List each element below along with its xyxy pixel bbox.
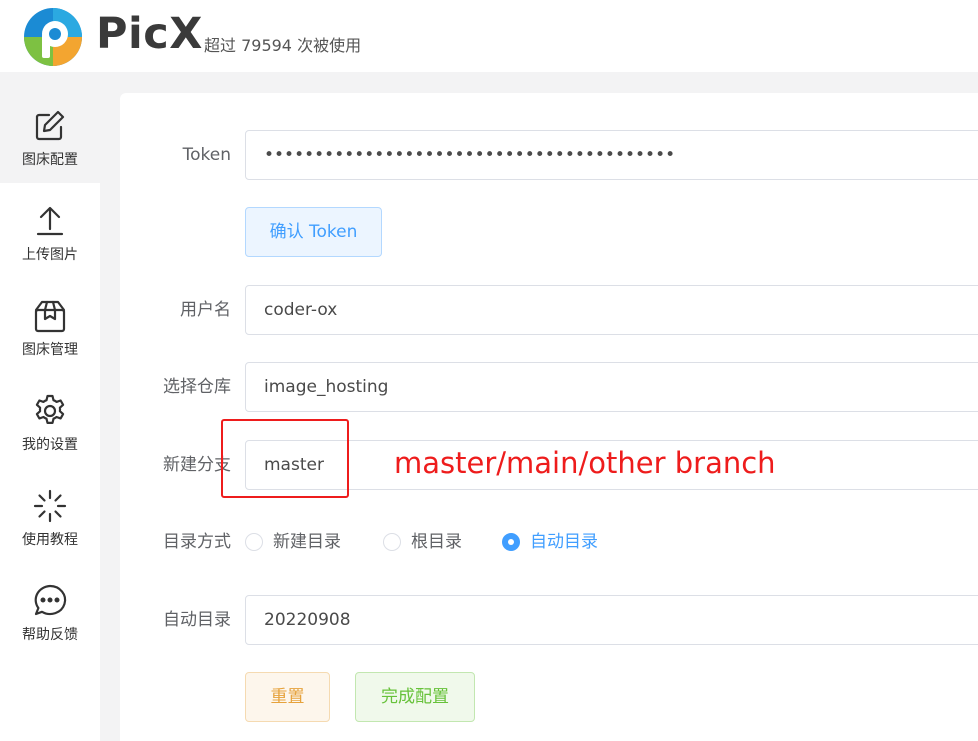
sidebar-item-label: 我的设置 — [22, 437, 78, 453]
confirm-token-button[interactable]: 确认 Token — [245, 207, 382, 257]
repo-label: 选择仓库 — [163, 377, 231, 397]
auto-dir-input[interactable]: 20220908 — [245, 595, 978, 645]
sidebar-item-label: 帮助反馈 — [22, 627, 78, 643]
radio-label: 自动目录 — [530, 532, 598, 552]
loading-spark-icon — [33, 489, 67, 523]
upload-icon — [36, 206, 64, 236]
picx-logo-icon — [24, 8, 82, 66]
username-label: 用户名 — [180, 300, 231, 320]
token-label: Token — [182, 145, 231, 165]
token-input[interactable]: ••••••••••••••••••••••••••••••••••••••••… — [245, 130, 978, 180]
username-input[interactable]: coder-ox — [245, 285, 978, 335]
sidebar-item-tutorial[interactable]: 使用教程 — [0, 468, 100, 563]
sidebar-item-upload[interactable]: 上传图片 — [0, 183, 100, 278]
radio-dot — [383, 533, 401, 551]
sidebar-item-label: 图床管理 — [22, 342, 78, 358]
sidebar-item-help[interactable]: 帮助反馈 — [0, 563, 100, 658]
sidebar-item-manage[interactable]: 图床管理 — [0, 278, 100, 373]
app-header: PicX 超过 79594 次被使用 — [0, 0, 978, 72]
gear-icon — [35, 394, 65, 424]
package-icon — [34, 300, 66, 333]
radio-label: 根目录 — [411, 532, 462, 552]
annotation-text: master/main/other branch — [394, 446, 776, 480]
chat-bubble-icon — [34, 584, 67, 616]
usage-count-text: 超过 79594 次被使用 — [204, 36, 362, 55]
finish-config-button[interactable]: 完成配置 — [355, 672, 475, 722]
app-title: PicX — [96, 9, 203, 59]
radio-dot — [245, 533, 263, 551]
repo-select[interactable]: image_hosting — [245, 362, 978, 412]
sidebar: 图床配置 上传图片 图床管理 我的设置 使用教程 帮助反馈 — [0, 88, 100, 741]
auto-dir-label: 自动目录 — [163, 610, 231, 630]
radio-label: 新建目录 — [273, 532, 341, 552]
dir-mode-label: 目录方式 — [163, 532, 231, 552]
sidebar-item-image-host-config[interactable]: 图床配置 — [0, 88, 100, 183]
edit-icon — [35, 110, 65, 141]
sidebar-item-settings[interactable]: 我的设置 — [0, 373, 100, 468]
radio-dot — [502, 533, 520, 551]
sidebar-item-label: 上传图片 — [22, 247, 78, 263]
reset-button[interactable]: 重置 — [245, 672, 330, 722]
annotation-highlight-box — [221, 419, 349, 498]
sidebar-item-label: 使用教程 — [22, 532, 78, 548]
sidebar-item-label: 图床配置 — [22, 152, 78, 168]
